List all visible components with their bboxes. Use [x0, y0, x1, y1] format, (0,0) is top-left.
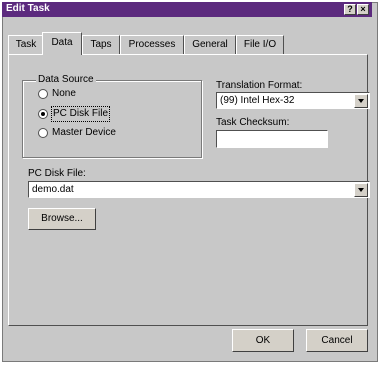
tab-processes[interactable]: Processes: [120, 35, 184, 54]
radio-button[interactable]: [38, 128, 48, 138]
pc-disk-file-value: demo.dat: [32, 184, 74, 195]
data-source-title: Data Source: [36, 74, 96, 85]
translation-format-label: Translation Format:: [216, 80, 303, 91]
tab-general[interactable]: General: [184, 35, 236, 54]
chevron-down-icon[interactable]: [354, 183, 368, 197]
translation-format-select[interactable]: (99) Intel Hex-32: [216, 92, 370, 109]
pc-disk-file-select[interactable]: demo.dat: [28, 181, 370, 198]
pc-disk-file-label: PC Disk File:: [28, 168, 86, 179]
radio-button[interactable]: [38, 89, 48, 99]
radio-label: PC Disk File: [50, 106, 111, 122]
help-icon[interactable]: ?: [344, 4, 356, 15]
tab-taps[interactable]: Taps: [82, 35, 120, 54]
tab-file-io[interactable]: File I/O: [236, 35, 284, 54]
task-checksum-field[interactable]: [216, 130, 328, 148]
cancel-button[interactable]: Cancel: [306, 329, 368, 352]
window-title: Edit Task: [6, 3, 50, 14]
translation-format-value: (99) Intel Hex-32: [220, 95, 295, 106]
tab-data[interactable]: Data: [42, 32, 82, 55]
tab-task[interactable]: Task: [8, 35, 44, 54]
radio-button-selected[interactable]: [38, 109, 48, 119]
radio-label: Master Device: [52, 127, 116, 138]
chevron-down-icon[interactable]: [354, 94, 368, 108]
ok-button[interactable]: OK: [232, 329, 294, 352]
radio-label: None: [52, 88, 76, 99]
task-checksum-label: Task Checksum:: [216, 117, 290, 128]
data-source-group: [22, 80, 202, 158]
close-icon[interactable]: ×: [357, 4, 369, 15]
title-bar: Edit Task ? ×: [2, 2, 372, 17]
browse-button[interactable]: Browse...: [28, 208, 96, 230]
